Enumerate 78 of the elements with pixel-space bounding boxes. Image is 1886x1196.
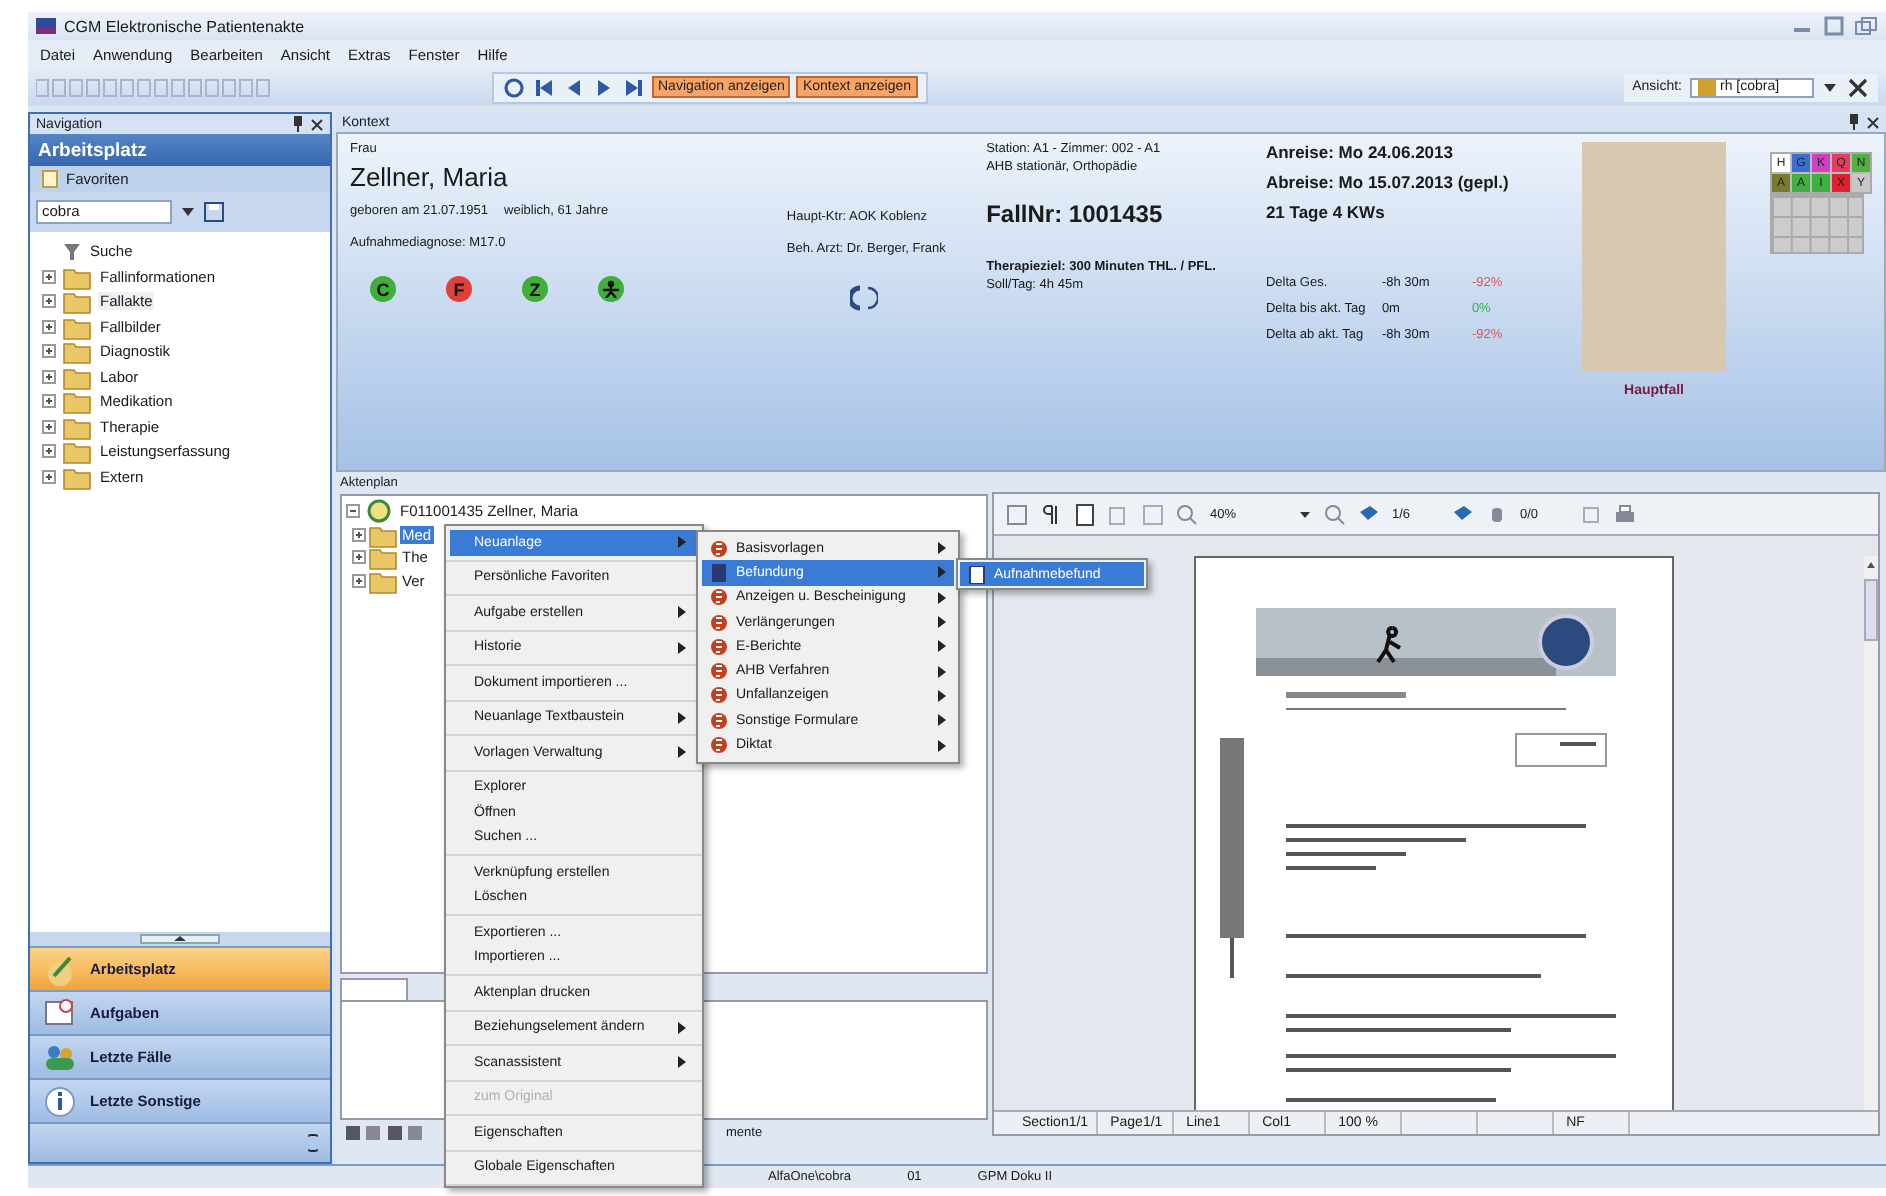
pin-icon[interactable] [1848,114,1860,130]
form-icon [710,711,728,730]
folder-icon [62,313,92,340]
info-icon [42,1084,78,1118]
paragraph-icon[interactable] [1040,503,1062,525]
folder-icon [62,338,92,365]
dropdown-arrow-icon[interactable] [1822,79,1838,95]
folder-icon [62,413,92,440]
print-icon[interactable] [1614,503,1636,525]
expand-icon[interactable] [42,294,56,309]
form-icon [710,588,728,607]
close-icon[interactable] [1866,115,1880,129]
refresh-icon[interactable] [502,75,526,99]
expand-icon[interactable] [42,269,56,284]
folder-icon [368,544,398,571]
zoom-in-icon[interactable] [1324,503,1346,525]
last-icon[interactable] [622,75,646,99]
splitter-handle-icon[interactable] [140,934,220,944]
close-icon[interactable] [310,117,324,131]
expand-icon[interactable] [42,319,56,334]
folder-icon [368,521,398,548]
section-header: Arbeitsplatz [30,134,330,166]
close-icon[interactable] [1846,75,1870,99]
duration-text: 21 Tage 4 KWs [1265,202,1387,222]
sync-icon[interactable] [850,284,879,312]
window-title: CGM Elektronische Patientenakte [64,17,305,35]
expand-icon[interactable] [352,573,366,588]
folder-icon [62,463,92,490]
view-mode-icons-drawing[interactable] [346,1123,426,1141]
form-icon [710,539,728,558]
patient-name: Zellner, Maria [350,162,510,192]
dropdown-arrow-icon[interactable] [1298,507,1312,521]
expand-icon[interactable] [352,550,366,565]
document-icon [968,565,986,584]
arrival-text: Anreise: Mo 24.06.2013 [1265,142,1455,162]
vertical-scrollbar-icon[interactable] [1864,556,1878,1110]
filter-icon [62,241,82,262]
status-badge[interactable]: Z [522,276,548,302]
person-status-icon[interactable] [598,276,624,302]
folder-icon [62,363,92,390]
expand-icon[interactable] [42,444,56,459]
form-icon [710,613,728,632]
zoom-out-icon[interactable] [1176,503,1198,525]
status-badge[interactable]: C [370,276,396,302]
collapse-icon[interactable] [346,504,360,519]
document-icon [710,563,728,582]
pages-icon[interactable] [1358,503,1380,525]
departure-text: Abreise: Mo 15.07.2013 (gepl.) [1265,172,1511,192]
form-icon [710,736,728,755]
app-icon [36,18,56,34]
page-icon[interactable] [1074,503,1096,525]
pages-icon[interactable] [1452,503,1474,525]
tab[interactable] [340,978,408,1000]
expand-icon[interactable] [42,344,56,359]
expand-icon[interactable] [352,527,366,542]
first-icon[interactable] [532,75,556,99]
form-icon [710,662,728,681]
patient-record-icon [366,498,392,525]
folder-icon [62,388,92,415]
expand-icon[interactable] [42,369,56,384]
restore-icon[interactable] [1854,16,1878,36]
brush-icon [42,952,78,986]
folder-icon [62,288,92,315]
people-icon [42,1040,78,1074]
folder-icon [368,567,398,594]
status-badge[interactable]: F [446,276,472,302]
expand-icon[interactable] [42,394,56,409]
expand-icon[interactable] [42,469,56,484]
form-icon [710,637,728,656]
folder-icon [62,438,92,465]
task-list-icon [42,996,78,1030]
dropdown-arrow-icon[interactable] [180,204,196,220]
pin-icon[interactable] [292,116,304,132]
maximize-icon[interactable] [1822,16,1846,36]
case-number: FallNr: 1001435 [986,200,1165,228]
folder-icon [62,263,92,290]
form-icon [710,686,728,705]
expand-icon[interactable] [42,419,56,434]
